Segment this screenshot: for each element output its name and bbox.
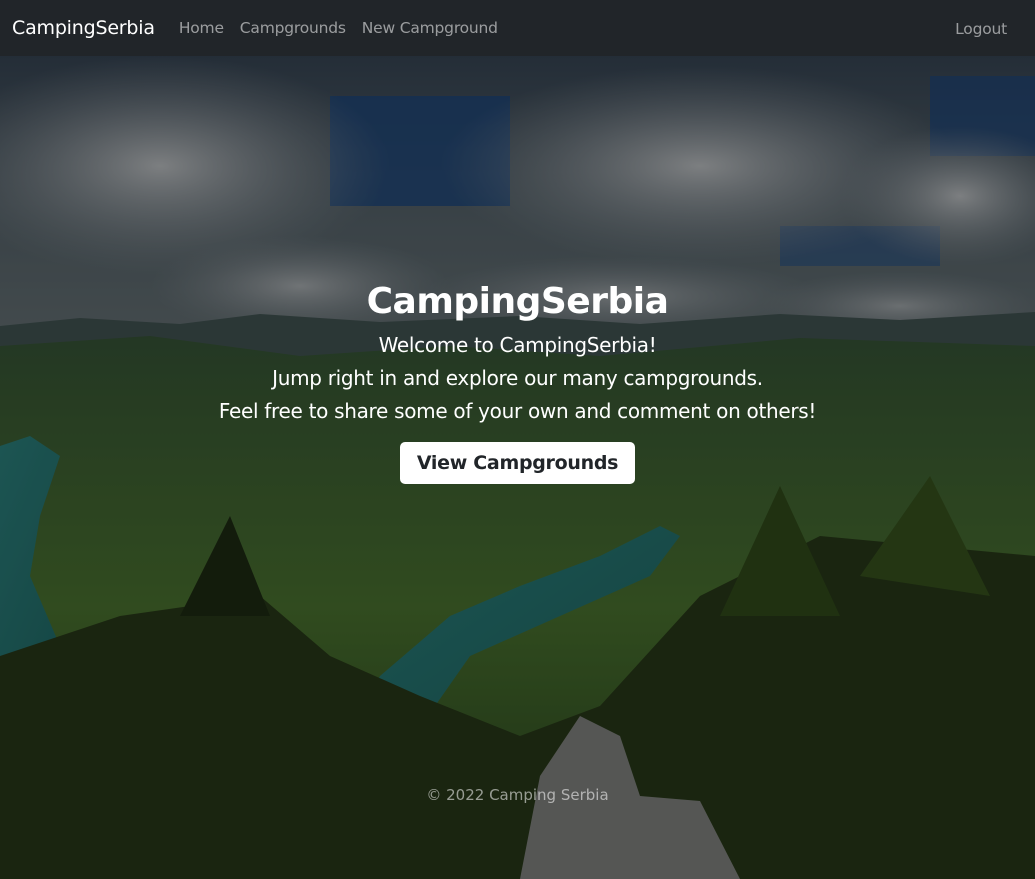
hero-line-explore: Jump right in and explore our many campg… [272,366,763,391]
hero-line-share: Feel free to share some of your own and … [218,399,817,424]
nav-link-campgrounds[interactable]: Campgrounds [232,19,354,37]
view-campgrounds-button[interactable]: View Campgrounds [399,442,636,485]
brand-link[interactable]: CampingSerbia [12,17,155,39]
nav-right: Logout [947,19,1023,38]
logout-link[interactable]: Logout [947,20,1015,38]
nav-link-home[interactable]: Home [171,19,232,37]
nav-links: Home Campgrounds New Campground [171,19,506,37]
nav-link-new-campground[interactable]: New Campground [354,19,506,37]
navbar: CampingSerbia Home Campgrounds New Campg… [0,0,1035,56]
footer-copyright: © 2022 Camping Serbia [426,786,609,804]
hero-line-welcome: Welcome to CampingSerbia! [378,333,657,358]
hero-content: CampingSerbia Welcome to CampingSerbia! … [0,280,1035,485]
footer: © 2022 Camping Serbia [0,786,1035,804]
hero-title: CampingSerbia [366,281,669,322]
